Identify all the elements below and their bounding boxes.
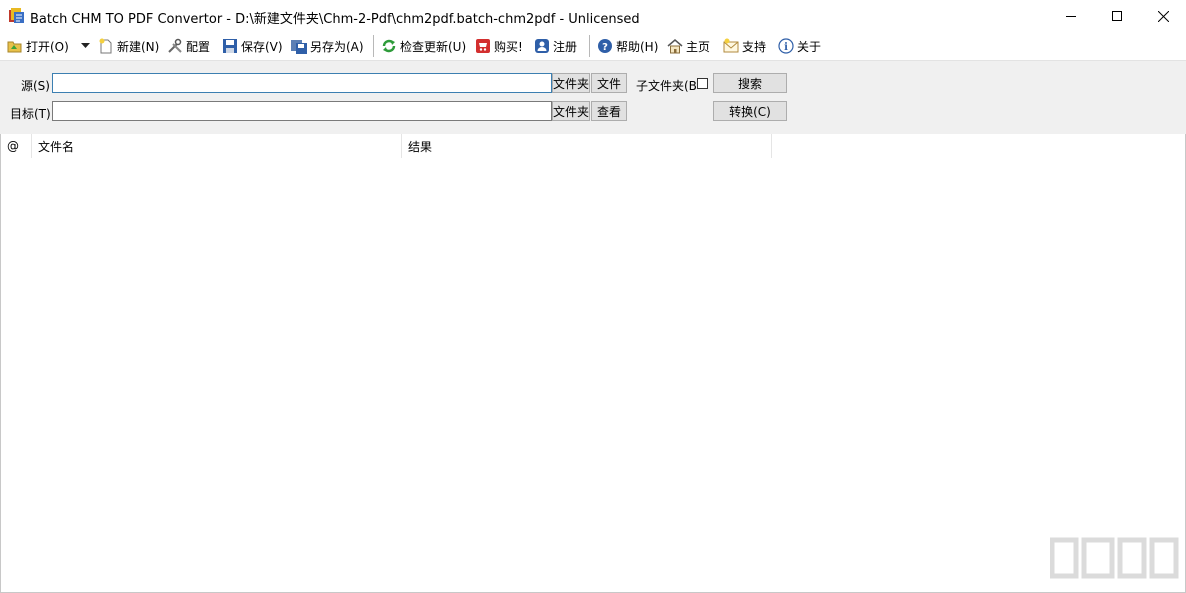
close-button[interactable] — [1140, 0, 1186, 32]
shopping-cart-icon — [476, 39, 490, 53]
open-dropdown-button[interactable] — [81, 36, 90, 56]
save-icon — [223, 39, 237, 53]
save-as-icon — [291, 40, 307, 54]
app-icon — [9, 8, 24, 23]
support-label: 支持 — [742, 39, 767, 54]
minimize-button[interactable] — [1048, 0, 1094, 32]
minimize-icon — [1066, 16, 1076, 17]
subfolder-label: 子文件夹(B — [636, 79, 697, 93]
check-update-button[interactable]: 检查更新(U) — [381, 36, 466, 56]
about-label: 关于 — [797, 39, 822, 54]
file-list[interactable]: @ 文件名 结果 — [0, 134, 1186, 593]
new-label: 新建(N) — [117, 39, 160, 54]
support-button[interactable]: 支持 — [723, 36, 766, 56]
source-input[interactable] — [52, 73, 552, 93]
register-user-icon — [535, 39, 549, 53]
help-button[interactable]: ? 帮助(H) — [597, 36, 658, 56]
home-icon — [667, 39, 683, 54]
open-folder-icon — [7, 41, 22, 53]
search-button[interactable]: 搜索 — [713, 73, 787, 93]
chevron-down-icon — [81, 43, 90, 48]
open-button[interactable]: 打开(O) — [7, 36, 69, 56]
watermark-logo — [1050, 537, 1179, 579]
about-button[interactable]: i 关于 — [778, 36, 821, 56]
buy-button[interactable]: 购买! — [475, 36, 523, 56]
svg-text:?: ? — [602, 42, 608, 53]
new-button[interactable]: 新建(N) — [98, 36, 159, 56]
subfolder-checkbox[interactable] — [697, 78, 708, 89]
new-document-icon — [99, 38, 112, 54]
save-button[interactable]: 保存(V) — [222, 36, 283, 56]
refresh-icon — [382, 39, 396, 53]
register-label: 注册 — [553, 39, 578, 54]
column-header-status[interactable]: @ — [1, 134, 32, 158]
convert-button[interactable]: 转换(C) — [713, 101, 787, 121]
source-folder-button[interactable]: 文件夹 — [552, 73, 590, 93]
source-label: 源(S) — [21, 79, 50, 93]
open-label: 打开(O) — [26, 39, 69, 54]
home-button[interactable]: 主页 — [667, 36, 710, 56]
source-file-button[interactable]: 文件 — [591, 73, 627, 93]
save-as-label: 另存为(A) — [310, 39, 364, 54]
config-label: 配置 — [186, 39, 211, 54]
save-label: 保存(V) — [241, 39, 283, 54]
toolbar-separator — [373, 35, 375, 57]
column-header-result[interactable]: 结果 — [402, 134, 772, 158]
target-label: 目标(T) — [10, 107, 51, 121]
target-folder-button[interactable]: 文件夹 — [552, 101, 590, 121]
home-label: 主页 — [686, 39, 711, 54]
column-header-filename[interactable]: 文件名 — [32, 134, 402, 158]
toolbar: 打开(O) 新建(N) 配置 保存(V) 另存为(A) 检查更新(U) 购买! … — [0, 32, 1186, 60]
info-icon: i — [778, 38, 794, 54]
target-input[interactable] — [52, 101, 552, 121]
view-button[interactable]: 查看 — [591, 101, 627, 121]
close-icon — [1157, 10, 1169, 22]
register-button[interactable]: 注册 — [534, 36, 577, 56]
maximize-icon — [1112, 11, 1122, 21]
check-update-label: 检查更新(U) — [400, 39, 467, 54]
buy-label: 购买! — [494, 39, 523, 54]
maximize-button[interactable] — [1094, 0, 1140, 32]
support-mail-icon — [723, 38, 739, 53]
tools-icon — [168, 38, 182, 53]
config-button[interactable]: 配置 — [167, 36, 210, 56]
form-panel: 源(S) 文件夹 文件 子文件夹(B 搜索 目标(T) 文件夹 查看 转换(C) — [0, 60, 1186, 134]
toolbar-separator — [589, 35, 591, 57]
window-title: Batch CHM TO PDF Convertor - D:\新建文件夹\Ch… — [30, 12, 640, 27]
svg-text:i: i — [784, 42, 788, 53]
save-as-button[interactable]: 另存为(A) — [291, 36, 364, 56]
help-label: 帮助(H) — [616, 39, 659, 54]
help-icon: ? — [598, 39, 612, 53]
title-bar[interactable]: Batch CHM TO PDF Convertor - D:\新建文件夹\Ch… — [0, 0, 1186, 32]
